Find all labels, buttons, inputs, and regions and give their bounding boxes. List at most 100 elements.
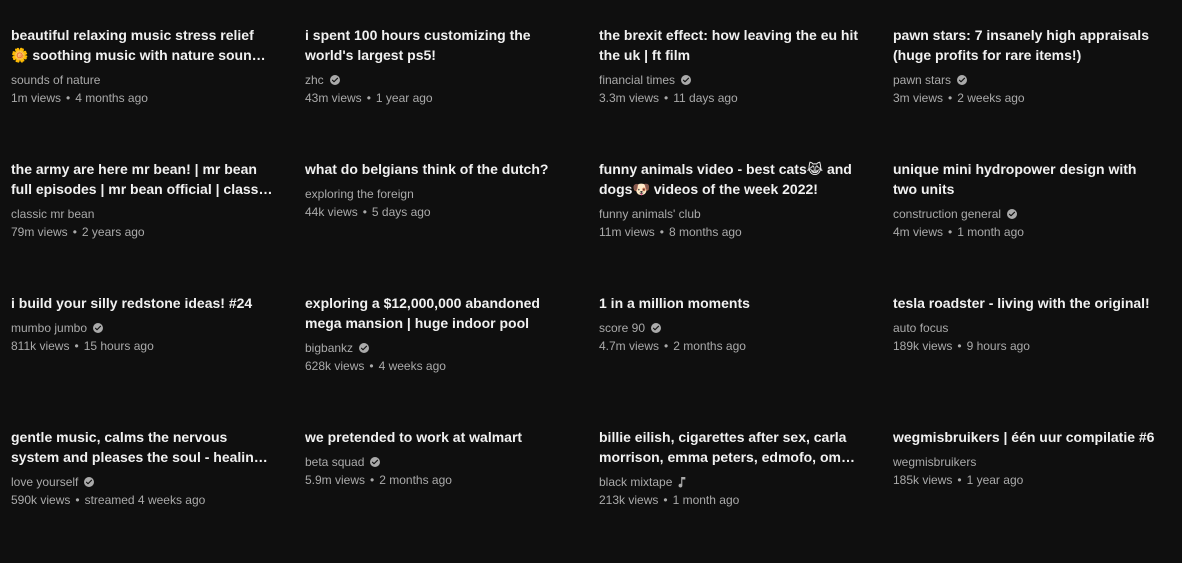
upload-age: 2 weeks ago: [957, 91, 1025, 105]
video-card[interactable]: what do belgians think of the dutch? expl…: [305, 159, 567, 221]
channel-row: score 90: [599, 319, 861, 337]
music-note-icon: [677, 476, 687, 488]
upload-age: 1 year ago: [966, 473, 1024, 487]
channel-name[interactable]: zhc: [305, 71, 324, 89]
channel-name[interactable]: black mixtape: [599, 473, 672, 491]
channel-name[interactable]: wegmisbruikers: [893, 453, 976, 471]
video-meta: 3m views • 2 weeks ago: [893, 89, 1155, 107]
view-count: 44k views: [305, 205, 358, 219]
view-count: 4.7m views: [599, 339, 660, 353]
separator-dot: •: [663, 493, 668, 507]
upload-age: 9 hours ago: [966, 339, 1030, 353]
channel-row: construction general: [893, 205, 1155, 223]
video-title[interactable]: 1 in a million moments: [599, 293, 861, 313]
video-title[interactable]: we pretended to work at walmart: [305, 427, 567, 447]
channel-name[interactable]: score 90: [599, 319, 645, 337]
channel-name[interactable]: construction general: [893, 205, 1001, 223]
view-count: 43m views: [305, 91, 362, 105]
video-card[interactable]: beautiful relaxing music stress relief 🌼…: [11, 25, 273, 107]
video-meta: 1m views • 4 months ago: [11, 89, 273, 107]
verified-icon: [1006, 208, 1018, 220]
channel-name[interactable]: auto focus: [893, 319, 948, 337]
video-card[interactable]: i build your silly redstone ideas! #24 mu…: [11, 293, 273, 355]
view-count: 185k views: [893, 473, 953, 487]
channel-row: love yourself: [11, 473, 273, 491]
verified-icon: [83, 476, 95, 488]
upload-age: 2 years ago: [81, 225, 145, 239]
video-card[interactable]: unique mini hydropower design with two u…: [893, 159, 1155, 241]
video-card[interactable]: exploring a $12,000,000 abandoned mega m…: [305, 293, 567, 375]
video-meta: 4.7m views • 2 months ago: [599, 337, 861, 355]
video-card[interactable]: we pretended to work at walmart beta squa…: [305, 427, 567, 489]
video-card[interactable]: tesla roadster - living with the origina…: [893, 293, 1155, 355]
video-meta: 811k views • 15 hours ago: [11, 337, 273, 355]
video-title[interactable]: gentle music, calms the nervous system a…: [11, 427, 273, 467]
channel-row: sounds of nature: [11, 71, 273, 89]
video-meta: 185k views • 1 year ago: [893, 471, 1155, 489]
view-count: 11m views: [599, 225, 655, 239]
view-count: 3.3m views: [599, 91, 660, 105]
video-card[interactable]: wegmisbruikers | één uur compilatie #6 we…: [893, 427, 1155, 489]
upload-age: 4 months ago: [75, 91, 148, 105]
view-count: 189k views: [893, 339, 953, 353]
separator-dot: •: [66, 91, 71, 105]
separator-dot: •: [362, 205, 367, 219]
video-grid: beautiful relaxing music stress relief 🌼…: [0, 0, 1182, 563]
view-count: 590k views: [11, 493, 71, 507]
video-title[interactable]: exploring a $12,000,000 abandoned mega m…: [305, 293, 567, 333]
video-card[interactable]: pawn stars: 7 insanely high appraisals (…: [893, 25, 1155, 107]
video-card[interactable]: billie eilish, cigarettes after sex, car…: [599, 427, 861, 509]
video-title[interactable]: funny animals video - best cats😹 and dog…: [599, 159, 861, 199]
video-title[interactable]: pawn stars: 7 insanely high appraisals (…: [893, 25, 1155, 65]
upload-age: 5 days ago: [371, 205, 431, 219]
separator-dot: •: [948, 225, 953, 239]
view-count: 4m views: [893, 225, 944, 239]
verified-icon: [956, 74, 968, 86]
video-title[interactable]: wegmisbruikers | één uur compilatie #6: [893, 427, 1155, 447]
video-title[interactable]: unique mini hydropower design with two u…: [893, 159, 1155, 199]
video-title[interactable]: what do belgians think of the dutch?: [305, 159, 567, 179]
channel-name[interactable]: financial times: [599, 71, 675, 89]
video-title[interactable]: the army are here mr bean! | mr bean ful…: [11, 159, 273, 199]
separator-dot: •: [74, 339, 79, 353]
channel-name[interactable]: exploring the foreign: [305, 185, 414, 203]
video-card[interactable]: funny animals video - best cats😹 and dog…: [599, 159, 861, 241]
verified-icon: [369, 456, 381, 468]
separator-dot: •: [72, 225, 77, 239]
channel-name[interactable]: love yourself: [11, 473, 78, 491]
separator-dot: •: [957, 473, 962, 487]
verified-icon: [650, 322, 662, 334]
video-card[interactable]: i spent 100 hours customizing the world'…: [305, 25, 567, 107]
channel-row: beta squad: [305, 453, 567, 471]
channel-name[interactable]: pawn stars: [893, 71, 951, 89]
video-title[interactable]: billie eilish, cigarettes after sex, car…: [599, 427, 861, 467]
channel-name[interactable]: mumbo jumbo: [11, 319, 87, 337]
video-title[interactable]: tesla roadster - living with the origina…: [893, 293, 1155, 313]
channel-name[interactable]: beta squad: [305, 453, 364, 471]
video-title[interactable]: i build your silly redstone ideas! #24: [11, 293, 273, 313]
video-card[interactable]: gentle music, calms the nervous system a…: [11, 427, 273, 509]
video-title[interactable]: the brexit effect: how leaving the eu hi…: [599, 25, 861, 65]
video-meta: 79m views • 2 years ago: [11, 223, 273, 241]
channel-name[interactable]: sounds of nature: [11, 71, 100, 89]
video-card[interactable]: the army are here mr bean! | mr bean ful…: [11, 159, 273, 241]
upload-age: 4 weeks ago: [378, 359, 446, 373]
video-meta: 189k views • 9 hours ago: [893, 337, 1155, 355]
channel-name[interactable]: funny animals' club: [599, 205, 701, 223]
channel-name[interactable]: bigbankz: [305, 339, 353, 357]
video-card[interactable]: the brexit effect: how leaving the eu hi…: [599, 25, 861, 107]
view-count: 213k views: [599, 493, 659, 507]
separator-dot: •: [75, 493, 80, 507]
video-card[interactable]: 1 in a million moments score 90 4.7m views…: [599, 293, 861, 355]
channel-row: auto focus: [893, 319, 1155, 337]
video-meta: 4m views • 1 month ago: [893, 223, 1155, 241]
separator-dot: •: [948, 91, 953, 105]
channel-name[interactable]: classic mr bean: [11, 205, 94, 223]
separator-dot: •: [957, 339, 962, 353]
view-count: 1m views: [11, 91, 62, 105]
video-title[interactable]: i spent 100 hours customizing the world'…: [305, 25, 567, 65]
view-count: 811k views: [11, 339, 70, 353]
channel-row: exploring the foreign: [305, 185, 567, 203]
video-title[interactable]: beautiful relaxing music stress relief 🌼…: [11, 25, 273, 65]
upload-age: 1 month ago: [672, 493, 740, 507]
